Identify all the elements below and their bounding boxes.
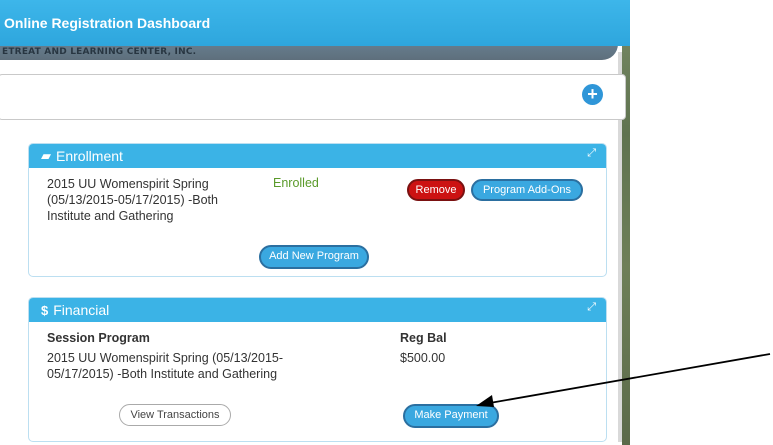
search-bar[interactable]	[0, 74, 626, 120]
plus-circle-icon[interactable]: +	[582, 84, 603, 105]
expand-icon[interactable]: ⤢	[587, 147, 596, 160]
program-addons-button[interactable]: Program Add-Ons	[471, 179, 583, 201]
enrollment-panel: ▰ Enrollment ⤢ 2015 UU Womenspirit Sprin…	[28, 143, 607, 277]
remove-button[interactable]: Remove	[407, 179, 465, 201]
organization-name: ETREAT AND LEARNING CENTER, INC.	[2, 47, 197, 57]
balance-value: $500.00	[400, 351, 446, 365]
reg-bal-header: Reg Bal	[400, 331, 447, 345]
header-bar: Online Registration Dashboard	[0, 0, 630, 46]
add-new-program-button[interactable]: Add New Program	[259, 245, 369, 269]
view-transactions-button[interactable]: View Transactions	[119, 404, 231, 426]
financial-title: Financial	[53, 302, 110, 318]
page-title: Online Registration Dashboard	[4, 15, 211, 31]
session-program-header: Session Program	[47, 331, 150, 345]
annotation-arrow-icon	[476, 353, 771, 407]
enrollment-program-name: 2015 UU Womenspirit Spring (05/13/2015-0…	[47, 177, 218, 223]
financial-program-name: 2015 UU Womenspirit Spring (05/13/2015- …	[47, 351, 284, 381]
enrollment-status: Enrolled	[273, 176, 319, 190]
briefcase-icon: ▰	[41, 148, 51, 163]
expand-icon[interactable]: ⤢	[587, 301, 596, 314]
enrollment-panel-header: ▰ Enrollment ⤢	[29, 144, 606, 168]
dollar-icon: $	[41, 302, 49, 318]
enrollment-title: Enrollment	[56, 148, 123, 164]
financial-panel-header: $ Financial ⤢	[29, 298, 606, 322]
